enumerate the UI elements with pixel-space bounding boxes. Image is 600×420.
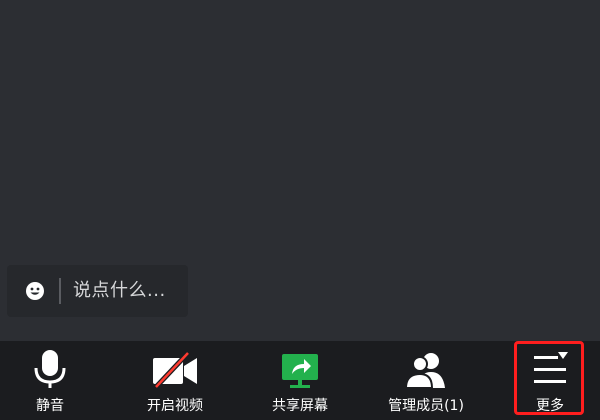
share-screen-label: 共享屏幕 <box>272 398 328 414</box>
more-label: 更多 <box>536 398 564 414</box>
mute-label: 静音 <box>36 398 64 414</box>
chat-placeholder[interactable]: 说点什么... <box>73 278 166 304</box>
share-screen-button[interactable]: 共享屏幕 <box>250 341 350 420</box>
microphone-icon <box>34 350 66 388</box>
video-off-icon <box>153 351 197 389</box>
start-video-label: 开启视频 <box>147 398 203 414</box>
manage-members-button[interactable]: 管理成员(1) <box>372 341 480 420</box>
share-screen-icon <box>282 354 318 388</box>
more-menu-icon <box>534 352 568 383</box>
more-button[interactable]: 更多 <box>514 341 586 420</box>
members-icon <box>404 353 445 389</box>
manage-members-label: 管理成员(1) <box>388 398 464 414</box>
chat-input-box[interactable]: 说点什么... <box>7 265 188 317</box>
meeting-toolbar: 静音 开启视频 共享屏幕 管理成员(1) 更多 <box>0 341 600 420</box>
mute-button[interactable]: 静音 <box>0 341 100 420</box>
emoji-icon[interactable] <box>25 281 45 301</box>
start-video-button[interactable]: 开启视频 <box>125 341 225 420</box>
chat-divider <box>59 278 61 304</box>
